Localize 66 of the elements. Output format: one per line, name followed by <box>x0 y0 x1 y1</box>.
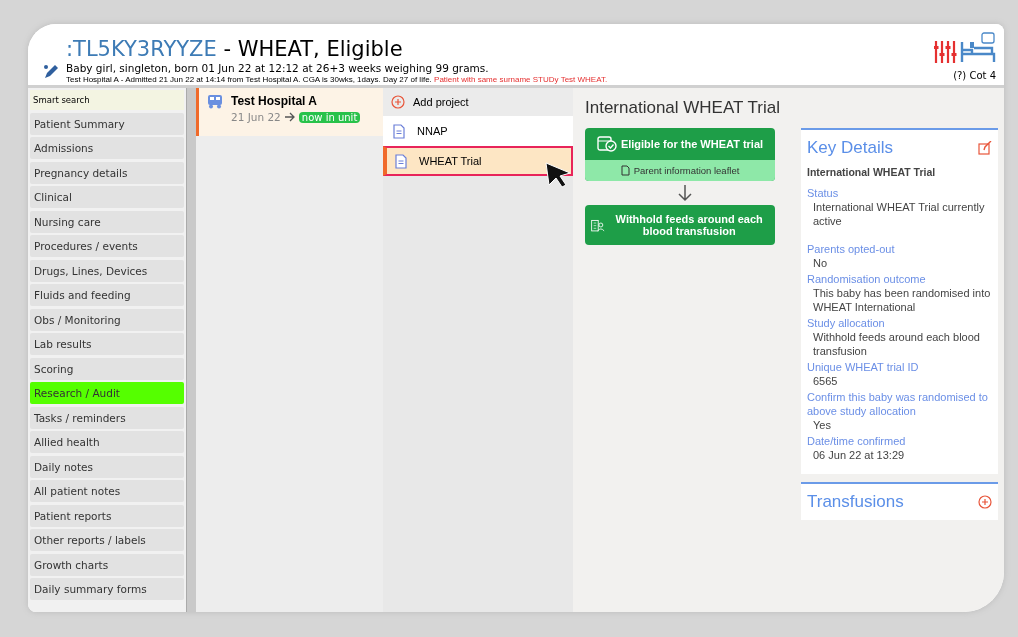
checklist-icon <box>596 136 617 152</box>
scrollbar[interactable] <box>186 88 196 612</box>
sidebar-item[interactable]: Procedures / events <box>30 235 184 257</box>
field-value: Yes <box>812 418 832 432</box>
sidebar-item[interactable]: Clinical <box>30 186 184 208</box>
field-value: No <box>812 256 829 270</box>
field-value: This baby has been randomised into WHEAT International <box>812 286 992 314</box>
field-label: Date/time confirmed <box>807 434 907 448</box>
sidebar-item[interactable]: Scoring <box>30 357 184 380</box>
sidebar-item[interactable]: All patient notes <box>30 480 184 502</box>
field-label: Parents opted-out <box>807 242 896 256</box>
sidebar-item[interactable]: Research / Audit <box>30 382 184 404</box>
field-label: Status <box>807 186 840 200</box>
smart-search-field[interactable]: Smart search <box>30 90 184 110</box>
card-subtitle: International WHEAT Trial <box>807 166 937 178</box>
field-value: 6565 <box>812 374 839 388</box>
field-value: International WHEAT Trial currently active <box>812 200 986 228</box>
admission-details: Test Hospital A - Admitted 21 Jun 22 at 14:14 from Test Hospital A. CGA is 30wks, 1days. Day 27 of life. Patient with same surname STUDy Test WHEAT. <box>66 74 608 85</box>
sidebar-item[interactable]: Lab results <box>30 333 184 355</box>
field-value: 06 Jun 22 at 13:29 <box>812 448 906 462</box>
sidebar-item[interactable]: Daily summary forms <box>30 578 184 600</box>
card-title: Key Details <box>807 138 893 158</box>
edit-icon[interactable] <box>978 141 992 155</box>
status-badge: now in unit <box>298 111 361 123</box>
field-label: Randomisation outcome <box>807 272 927 286</box>
document-icon <box>395 153 407 169</box>
sidebar-item[interactable]: Patient Summary <box>30 112 184 135</box>
arrow-down-icon <box>677 184 693 202</box>
add-icon <box>391 95 405 109</box>
document-icon <box>393 123 405 139</box>
leaflet-link[interactable]: Parent information leaflet <box>585 160 775 181</box>
admission-card[interactable]: Test Hospital A 21 Jun 22 now in unit <box>196 88 383 136</box>
field-label: Study allocation <box>807 316 886 330</box>
workflow-step[interactable]: Eligible for the WHEAT trial Parent information leaflet <box>585 128 775 181</box>
field-label: Unique WHEAT trial ID <box>807 360 920 374</box>
step-label: Withhold feeds around each blood transfusion <box>614 213 764 237</box>
sidebar-item[interactable]: Tasks / reminders <box>30 406 184 429</box>
sidebar-item[interactable]: Patient reports <box>30 504 184 527</box>
sidebar-item[interactable]: Daily notes <box>30 455 184 478</box>
trial-title: International WHEAT Trial <box>585 98 780 118</box>
patient-title: :TL5KY3RYYZE - WHEAT, Eligible <box>66 36 404 62</box>
step-label: Eligible for the WHEAT trial <box>620 138 764 150</box>
sidebar-item[interactable]: Allied health <box>30 431 184 453</box>
birth-details: Baby girl, singleton, born 01 Jun 22 at 12:12 at 26+3 weeks weighing 99 grams. <box>66 62 490 74</box>
card-title: Transfusions <box>807 492 904 512</box>
sliders-icon[interactable] <box>934 38 958 64</box>
sidebar-item[interactable]: Obs / Monitoring <box>30 308 184 331</box>
sidebar-item[interactable]: Pregnancy details <box>30 161 184 184</box>
arrow-right-icon <box>283 112 296 122</box>
hospital-name: Test Hospital A <box>231 94 318 108</box>
field-value: Withhold feeds around each blood transfusion <box>812 330 981 358</box>
admission-date: 21 Jun 22 <box>231 111 281 123</box>
sidebar-item[interactable]: Fluids and feeding <box>30 284 184 306</box>
sidebar-item[interactable]: Drugs, Lines, Devices <box>30 259 184 282</box>
field-label: Confirm this baby was randomised to above study allocation <box>807 390 989 418</box>
sidebar-item[interactable]: Nursing care <box>30 210 184 233</box>
add-icon[interactable] <box>978 495 992 509</box>
pen-icon <box>42 63 60 81</box>
bed-icon[interactable] <box>960 32 996 64</box>
project-item[interactable]: NNAP <box>383 116 573 146</box>
sidebar-item[interactable]: Admissions <box>30 137 184 159</box>
project-item[interactable]: WHEAT Trial <box>383 146 573 176</box>
sidebar-item[interactable]: Growth charts <box>30 553 184 576</box>
sidebar-item[interactable]: Other reports / labels <box>30 529 184 551</box>
cursor-icon <box>544 161 572 189</box>
cot-label: (?) Cot 4 <box>953 70 996 81</box>
